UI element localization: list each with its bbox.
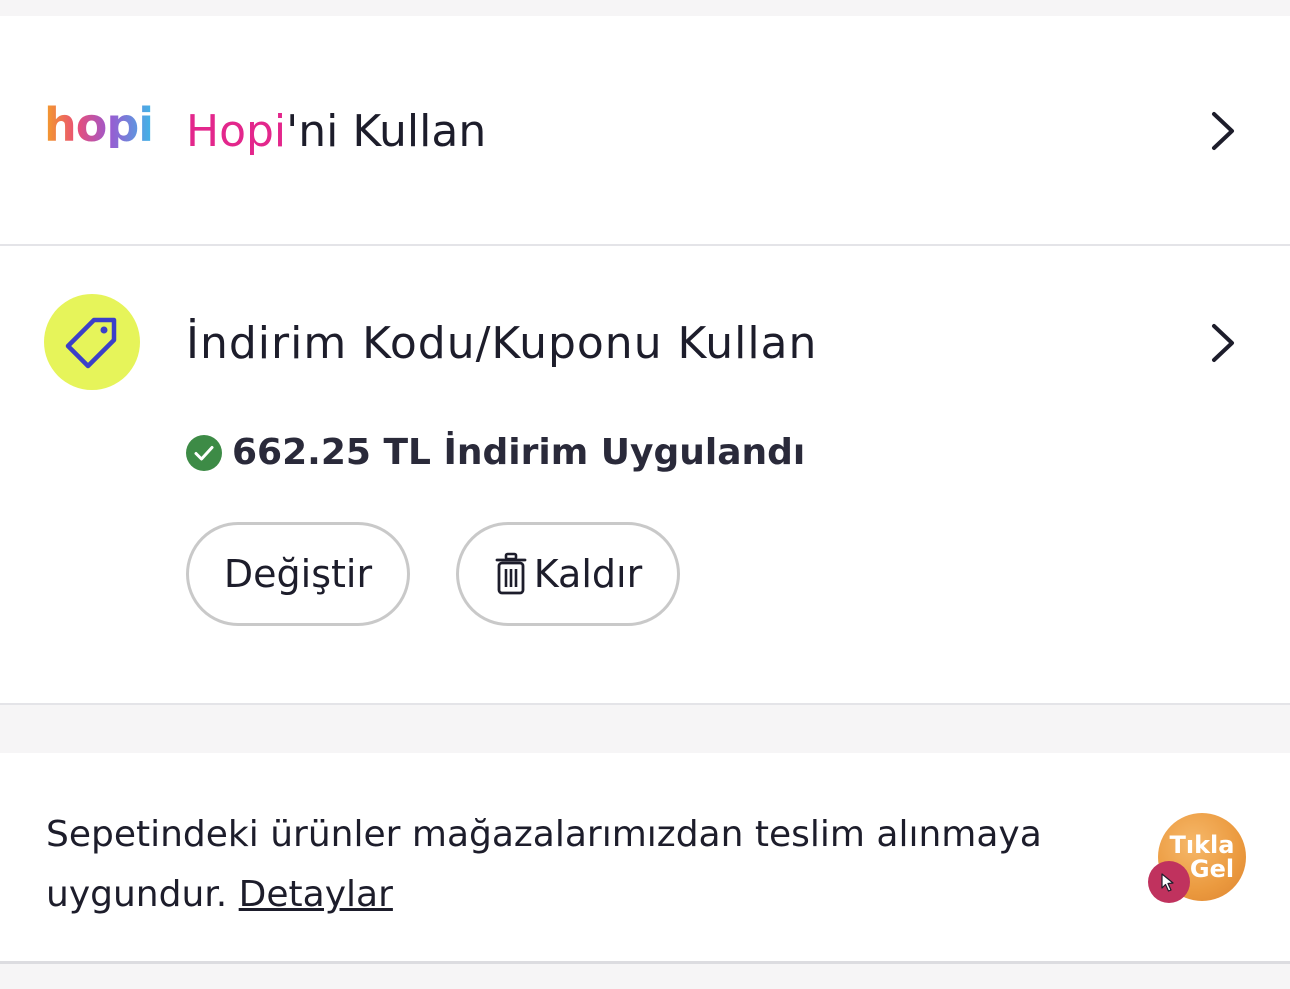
tikla-gel-badge[interactable]: Tıkla Gel — [1148, 813, 1248, 905]
discount-applied-status: 662.25 TL İndirim Uygulandı — [186, 432, 805, 473]
hopi-title: Hopi'ni Kullan — [186, 110, 486, 154]
tikla-gel-line2: Gel — [1189, 855, 1235, 883]
discount-applied-text: 662.25 TL İndirim Uygulandı — [232, 432, 806, 473]
remove-coupon-label: Kaldır — [533, 552, 643, 596]
store-pickup-section: Sepetindeki ürünler mağazalarımızdan tes… — [0, 753, 1290, 964]
chevron-right-icon[interactable] — [1208, 110, 1238, 152]
details-link[interactable]: Detaylar — [239, 874, 393, 915]
store-pickup-text: Sepetindeki ürünler mağazalarımızdan tes… — [46, 805, 1046, 925]
tag-icon-circle — [44, 294, 140, 390]
coupon-title: İndirim Kodu/Kuponu Kullan — [186, 318, 818, 369]
tag-icon — [65, 317, 117, 369]
hopi-logo: hopi — [44, 98, 154, 152]
chevron-right-icon[interactable] — [1208, 322, 1238, 364]
change-coupon-label: Değiştir — [223, 552, 373, 596]
store-pickup-message: Sepetindeki ürünler mağazalarımızdan tes… — [46, 814, 1042, 915]
coupon-section: İndirim Kodu/Kuponu Kullan 662.25 TL İnd… — [0, 246, 1290, 705]
trash-icon — [495, 552, 527, 595]
tikla-gel-line1: Tıkla — [1169, 831, 1235, 859]
remove-coupon-button[interactable]: Kaldır — [456, 522, 680, 626]
check-circle-icon — [186, 434, 222, 471]
hopi-title-brand: Hopi — [186, 106, 287, 157]
hopi-row[interactable]: hopi Hopi'ni Kullan — [0, 16, 1290, 246]
pointer-hand-icon — [1148, 861, 1190, 903]
hopi-title-rest: 'ni Kullan — [286, 106, 487, 157]
change-coupon-button[interactable]: Değiştir — [186, 522, 410, 626]
